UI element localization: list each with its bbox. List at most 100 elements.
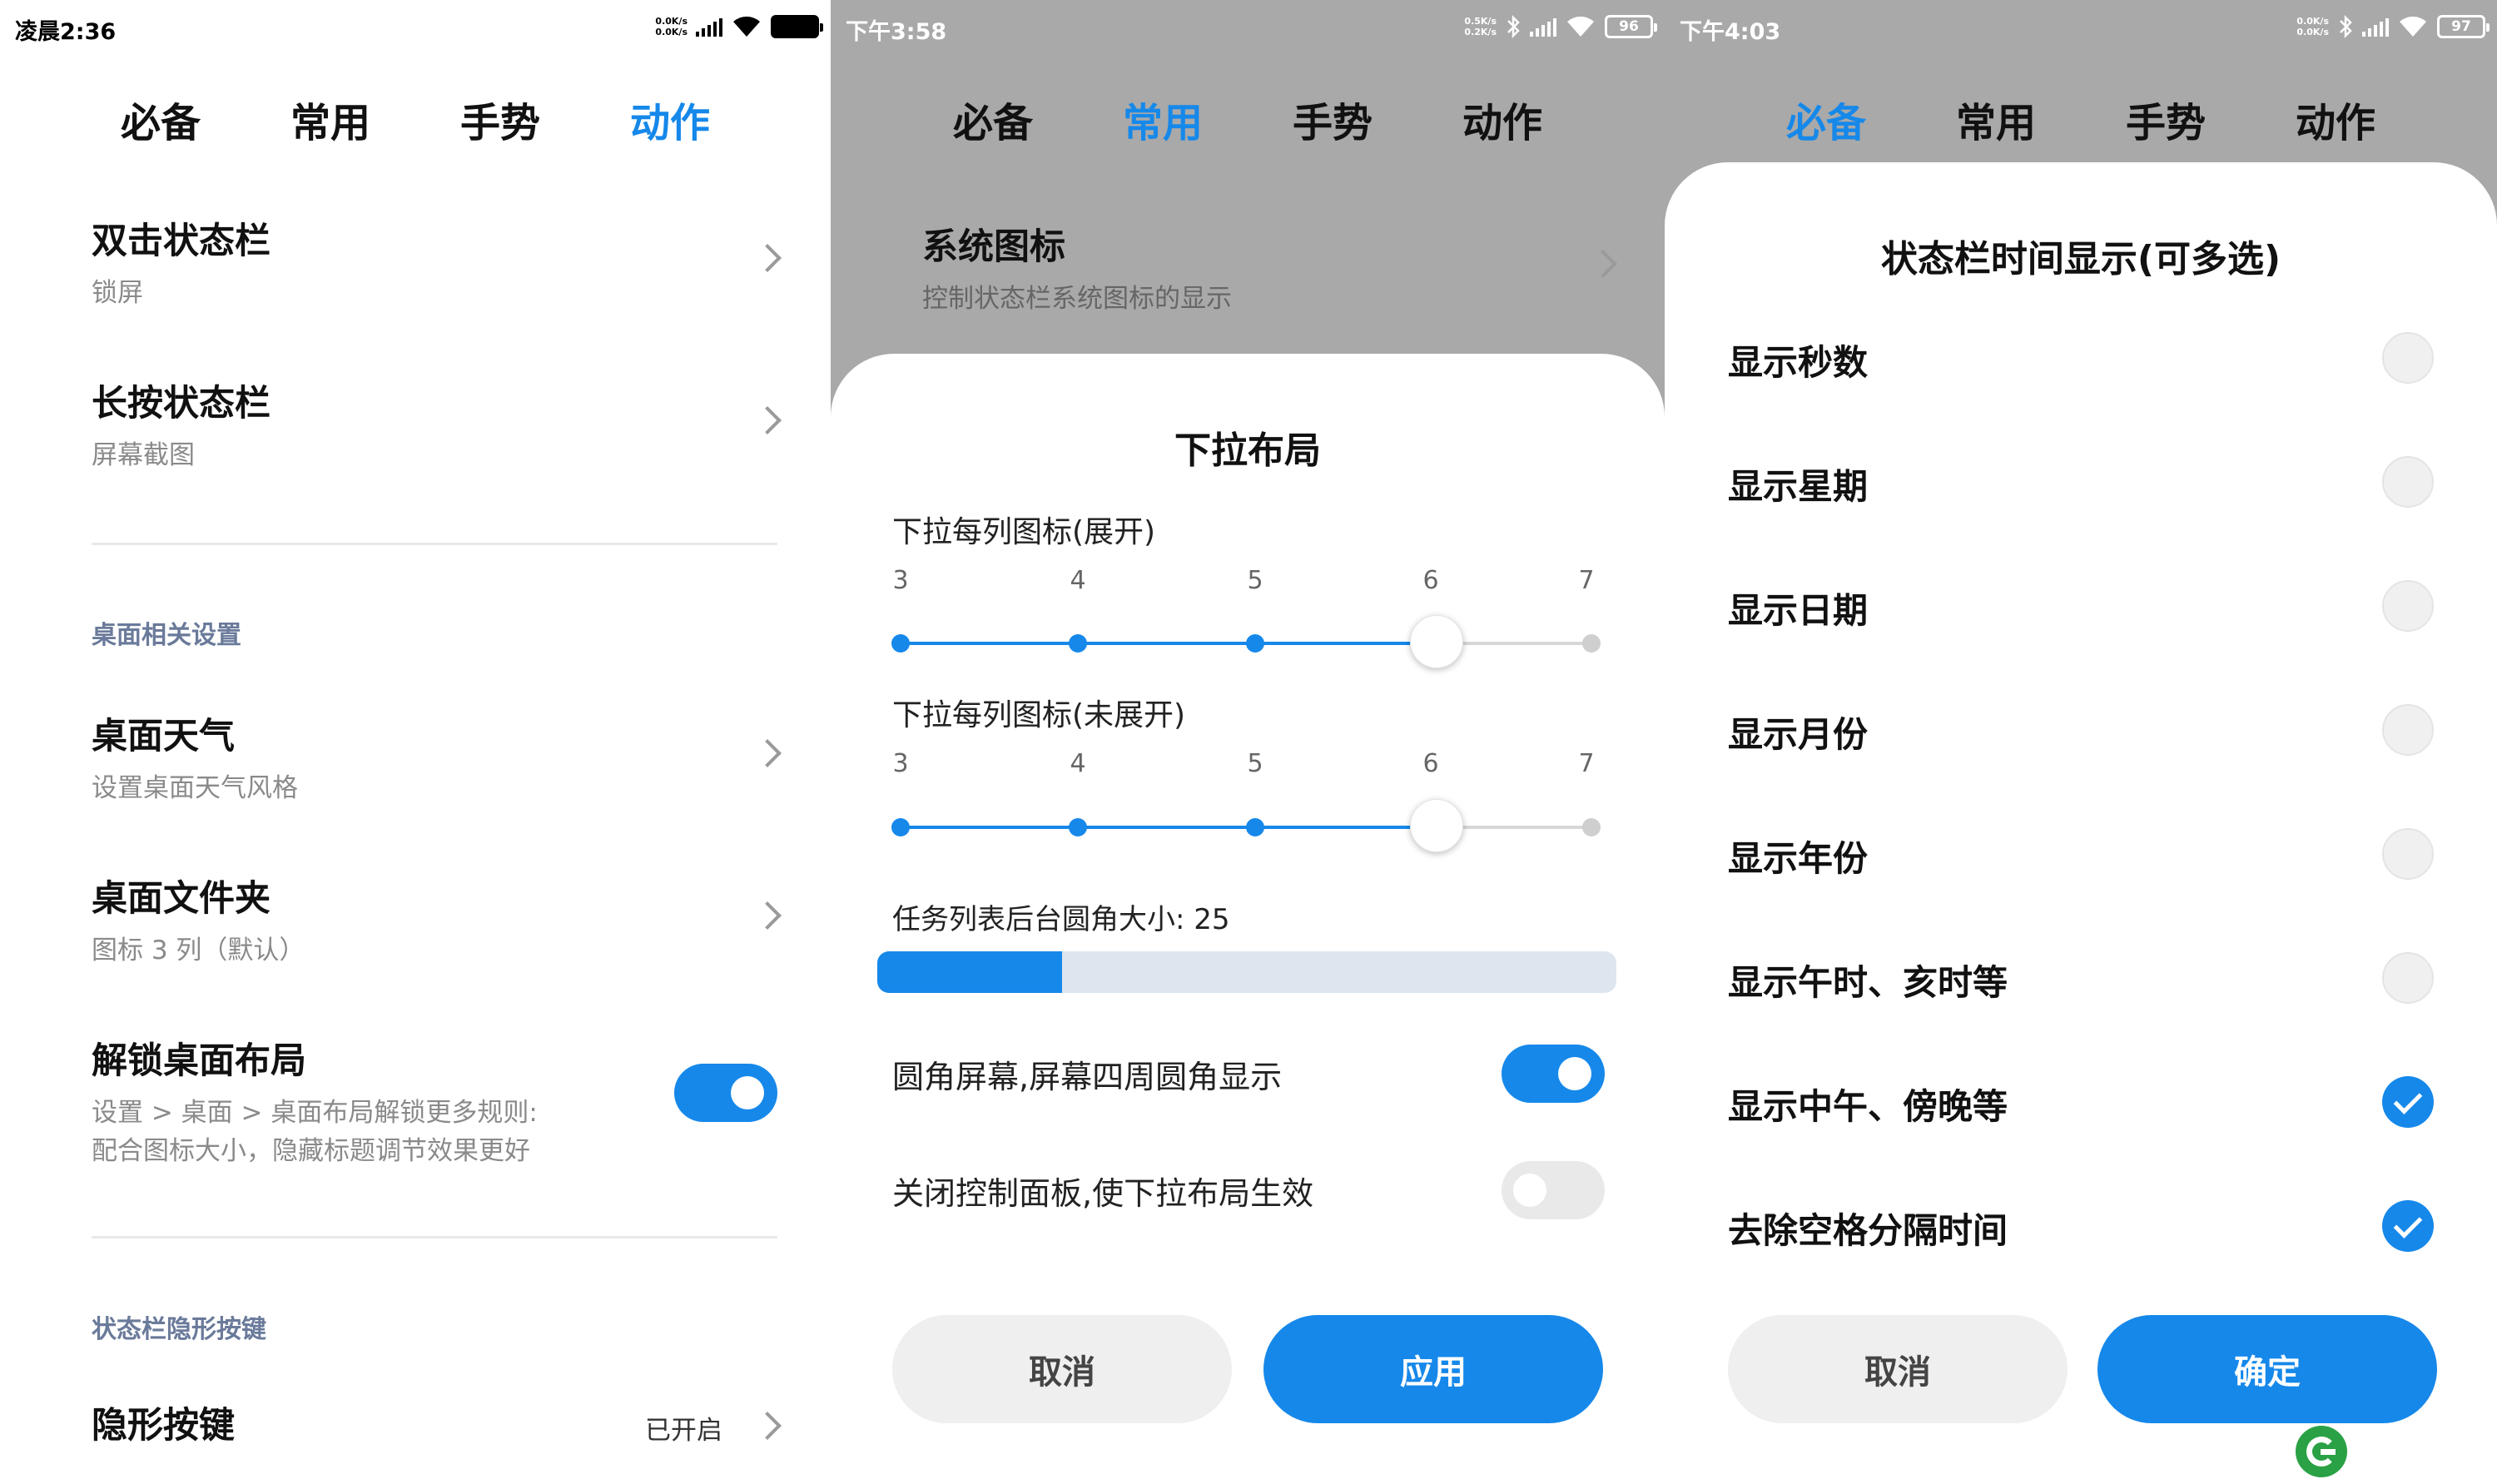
item-subtitle: 设置 > 桌面 > 桌面布局解锁更多规则: 配合图标大小，隐藏标题调节效果更好 [92, 1098, 538, 1166]
panel-actions-settings: 凌晨2:36 0.0K/s 0.0K/s 必备 常用 手势 动作 双击状态栏 锁… [0, 0, 831, 1484]
tick-label: 6 [1422, 749, 1439, 778]
corner-radius-bar[interactable] [877, 951, 1616, 993]
speed-down: 0.0K/s [2296, 27, 2329, 37]
tab-bar: 必备 常用 手势 动作 [1665, 90, 2497, 148]
corner-radius-label: 任务列表后台圆角大小: 25 [892, 903, 1230, 936]
tab-gestures[interactable]: 手势 [1248, 90, 1417, 148]
checkbox-checked[interactable] [2382, 1076, 2434, 1128]
slider-expanded-label: 下拉每列图标(展开) [892, 515, 1156, 549]
rounded-screen-toggle[interactable] [1502, 1045, 1605, 1103]
option-label[interactable]: 显示秒数 [1728, 335, 1868, 385]
option-label[interactable]: 显示午时、亥时等 [1728, 955, 2008, 1005]
status-time: 下午4:03 [1680, 19, 1781, 45]
panel-pulldown-layout: 下午3:58 0.5K/s 0.2K/s 96 必备 常用 手势 动作 系统图标… [831, 0, 1665, 1484]
slider-step-dot [1069, 634, 1087, 653]
list-item-double-tap-statusbar[interactable]: 双击状态栏 锁屏 [92, 212, 782, 308]
cancel-button[interactable]: 取消 [892, 1315, 1232, 1423]
tab-common[interactable]: 常用 [246, 90, 415, 148]
status-bar: 下午3:58 0.5K/s 0.2K/s 96 [831, 0, 1665, 53]
slider-step-dot [1582, 634, 1601, 653]
checkbox-unchecked[interactable] [2382, 332, 2434, 384]
item-title: 长按状态栏 [92, 383, 271, 424]
rounded-screen-label: 圆角屏幕,屏幕四周圆角显示 [892, 1059, 1283, 1095]
option-label[interactable]: 显示月份 [1728, 707, 1868, 757]
battery-icon: 97 [2437, 15, 2490, 38]
bluetooth-icon [1507, 14, 1520, 39]
slider-step-dot [1069, 818, 1087, 836]
panel-statusbar-time-display: 下午4:03 0.0K/s 0.0K/s 97 必备 常用 手势 动作 状态栏时… [1665, 0, 2497, 1484]
tab-common[interactable]: 常用 [1911, 90, 2081, 148]
item-value: 已开启 [645, 1416, 722, 1446]
option-label[interactable]: 显示中午、傍晚等 [1728, 1079, 2008, 1129]
divider [92, 1236, 777, 1238]
item-subtitle: 图标 3 列（默认） [92, 936, 305, 965]
list-item-hidden-key[interactable]: 隐形按键 已开启 [92, 1397, 782, 1455]
item-title: 双击状态栏 [92, 221, 271, 262]
status-time: 下午3:58 [846, 19, 947, 45]
toggle-knob [1513, 1174, 1546, 1207]
close-control-panel-toggle[interactable] [1502, 1161, 1605, 1219]
slider-thumb[interactable] [1410, 615, 1463, 668]
watermark-logo [2296, 1426, 2347, 1477]
unlock-layout-toggle[interactable] [674, 1064, 777, 1122]
signal-icon [696, 17, 722, 37]
signal-icon [2362, 17, 2389, 37]
tab-essentials[interactable]: 必备 [76, 90, 246, 148]
slider-track-fill [901, 826, 1435, 829]
item-title: 桌面天气 [92, 716, 235, 757]
checkbox-unchecked[interactable] [2382, 952, 2434, 1004]
cancel-button[interactable]: 取消 [1728, 1315, 2068, 1423]
tab-gestures[interactable]: 手势 [2081, 90, 2251, 148]
checkbox-unchecked[interactable] [2382, 704, 2434, 756]
checkbox-unchecked[interactable] [2382, 580, 2434, 632]
tick-label: 4 [1070, 566, 1086, 595]
tab-actions[interactable]: 动作 [2251, 90, 2420, 148]
status-bar: 下午4:03 0.0K/s 0.0K/s 97 [1665, 0, 2497, 53]
tab-actions[interactable]: 动作 [1417, 90, 1587, 148]
item-subtitle: 控制状态栏系统图标的显示 [922, 284, 1232, 314]
confirm-button[interactable]: 确定 [2097, 1315, 2437, 1423]
option-label[interactable]: 去除空格分隔时间 [1728, 1203, 2008, 1253]
item-subtitle: 锁屏 [92, 278, 143, 308]
time-display-sheet: 状态栏时间显示(可多选) 显示秒数 显示星期 显示日期 显示月份 显示年份 显示午时、亥时… [1665, 162, 2497, 1484]
checkbox-checked[interactable] [2382, 1200, 2434, 1252]
speed-up: 0.0K/s [2296, 16, 2329, 27]
slider-thumb[interactable] [1410, 799, 1463, 852]
list-item-desktop-weather[interactable]: 桌面天气 设置桌面天气风格 [92, 707, 782, 803]
tick-label: 3 [892, 749, 909, 778]
network-speed: 0.5K/s 0.2K/s [1464, 16, 1497, 37]
option-label[interactable]: 显示日期 [1728, 583, 1868, 633]
checkbox-unchecked[interactable] [2382, 456, 2434, 508]
apply-button[interactable]: 应用 [1263, 1315, 1603, 1423]
wifi-icon [733, 16, 760, 37]
wifi-icon [1567, 16, 1594, 37]
battery-icon [771, 15, 823, 38]
tick-label: 7 [1578, 566, 1595, 595]
option-label[interactable]: 显示星期 [1728, 459, 1868, 509]
tick-label: 5 [1247, 566, 1263, 595]
list-item-desktop-folder[interactable]: 桌面文件夹 图标 3 列（默认） [92, 870, 782, 965]
tab-common[interactable]: 常用 [1078, 90, 1248, 148]
option-label[interactable]: 显示年份 [1728, 831, 1868, 881]
tab-actions[interactable]: 动作 [585, 90, 755, 148]
list-item-system-icons[interactable]: 系统图标 控制状态栏系统图标的显示 [922, 218, 1617, 314]
slider-step-dot [891, 634, 910, 653]
tab-gestures[interactable]: 手势 [415, 90, 585, 148]
list-item-unlock-desktop-layout: 解锁桌面布局 设置 > 桌面 > 桌面布局解锁更多规则: 配合图标大小，隐藏标题… [92, 1032, 777, 1166]
signal-icon [1530, 17, 1556, 37]
tick-label: 5 [1247, 749, 1263, 778]
battery-icon: 96 [1605, 15, 1657, 38]
status-icons: 0.0K/s 0.0K/s [655, 12, 823, 42]
status-bar: 凌晨2:36 0.0K/s 0.0K/s [0, 0, 831, 53]
toggle-knob [1558, 1057, 1591, 1090]
checkbox-unchecked[interactable] [2382, 828, 2434, 880]
list-item-long-press-statusbar[interactable]: 长按状态栏 屏幕截图 [92, 375, 782, 470]
speed-up: 0.0K/s [655, 16, 688, 27]
tick-label: 4 [1070, 749, 1086, 778]
tick-label: 7 [1578, 749, 1595, 778]
slider-step-dot [891, 818, 910, 836]
tab-bar: 必备 常用 手势 动作 [0, 90, 831, 148]
tab-essentials[interactable]: 必备 [1741, 90, 1911, 148]
close-control-panel-label: 关闭控制面板,使下拉布局生效 [892, 1175, 1314, 1212]
tab-essentials[interactable]: 必备 [908, 90, 1078, 148]
